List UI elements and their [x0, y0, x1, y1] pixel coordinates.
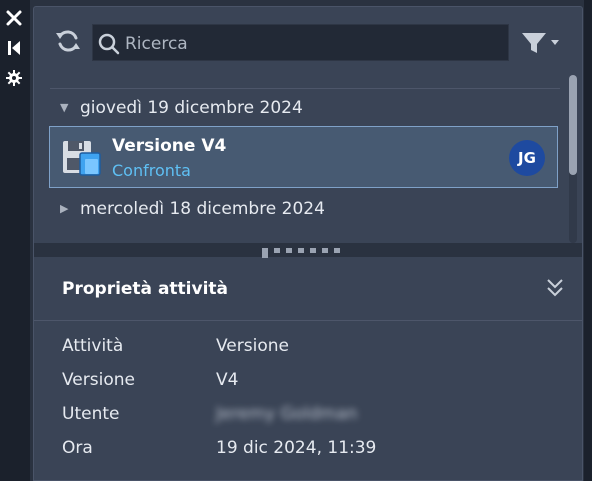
- version-title: Versione V4: [112, 136, 227, 156]
- property-value: Jeremy Goldman: [216, 404, 358, 424]
- scrollbar-thumb[interactable]: [569, 75, 577, 175]
- date-group-row[interactable]: ▶ mercoledì 18 dicembre 2024: [60, 196, 325, 222]
- property-value: V4: [216, 370, 239, 390]
- timeline-scrollbar[interactable]: [569, 75, 577, 243]
- window-edge: [584, 0, 592, 481]
- date-group-label: giovedì 19 dicembre 2024: [80, 98, 303, 118]
- search-input[interactable]: [123, 29, 497, 58]
- gear-icon[interactable]: [5, 69, 23, 87]
- left-toolbar: [0, 0, 30, 481]
- property-value: Versione: [216, 336, 289, 356]
- caret-down-icon[interactable]: ▼: [60, 95, 80, 121]
- properties-header: Proprietà attività: [34, 257, 582, 321]
- user-avatar[interactable]: JG: [509, 140, 545, 176]
- date-group-label: mercoledì 18 dicembre 2024: [80, 199, 325, 219]
- property-label: Attività: [62, 336, 124, 356]
- panel-splitter[interactable]: [34, 243, 582, 258]
- date-group-row[interactable]: ▼ giovedì 19 dicembre 2024: [60, 95, 303, 121]
- caret-right-icon[interactable]: ▶: [60, 196, 80, 222]
- version-list-item[interactable]: Versione V4 Confronta JG: [49, 126, 558, 188]
- compare-link[interactable]: Confronta: [112, 161, 191, 180]
- property-label: Versione: [62, 370, 135, 390]
- filter-icon[interactable]: [520, 30, 566, 56]
- refresh-icon[interactable]: [54, 27, 82, 55]
- activity-palette: ▼giovedì 19 dicembre 2024 Versione V4 Co…: [33, 6, 583, 481]
- close-icon[interactable]: [5, 9, 23, 27]
- search-icon: [98, 33, 120, 55]
- document-version-icon: [63, 141, 101, 176]
- divider: [50, 88, 560, 89]
- property-label: Ora: [62, 438, 93, 458]
- property-label: Utente: [62, 404, 120, 424]
- dock-icon[interactable]: [5, 39, 23, 57]
- search-box[interactable]: [92, 24, 509, 61]
- grip-handle-icon[interactable]: [262, 248, 354, 258]
- property-value: 19 dic 2024, 11:39: [216, 438, 377, 458]
- properties-title: Proprietà attività: [62, 279, 229, 299]
- collapse-chevron-icon[interactable]: [546, 277, 564, 299]
